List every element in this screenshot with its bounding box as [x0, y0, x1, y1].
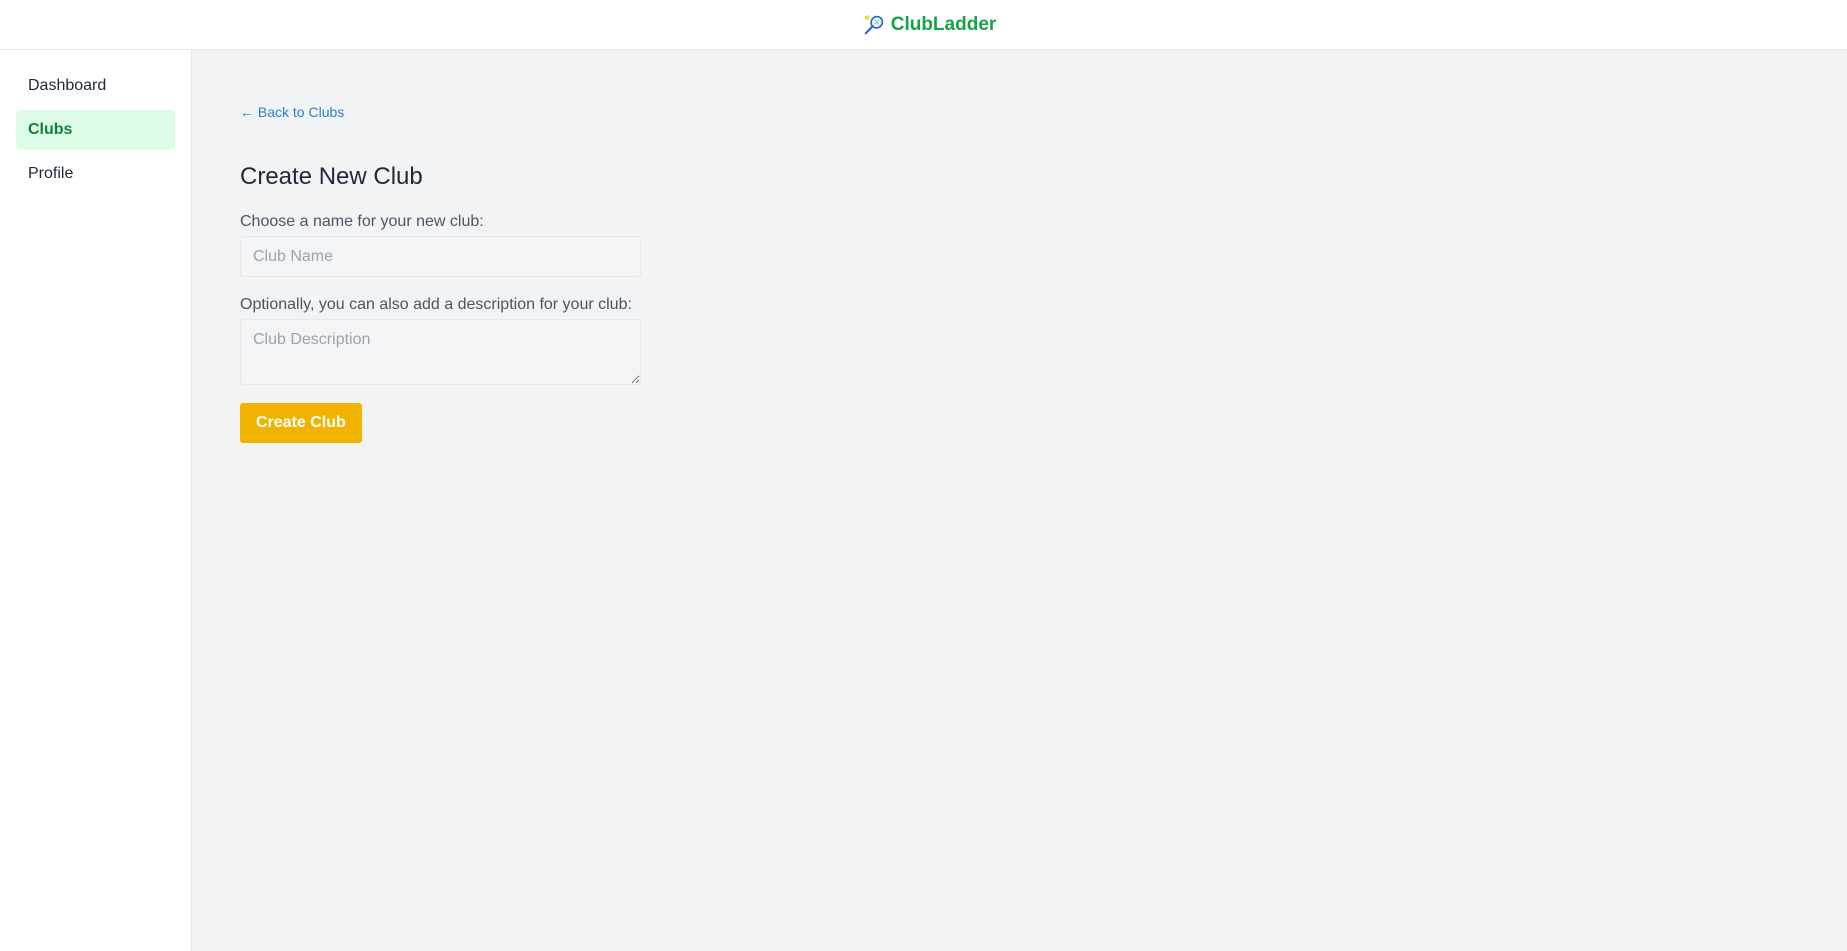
top-header: ClubLadder: [0, 0, 1847, 50]
club-name-label: Choose a name for your new club:: [240, 213, 484, 230]
club-description-label: Optionally, you can also add a descripti…: [240, 296, 632, 313]
create-club-form: Choose a name for your new club: Optiona…: [240, 212, 641, 443]
club-name-input[interactable]: [240, 236, 641, 277]
main-content: ← Back to Clubs Create New Club Choose a…: [192, 50, 1847, 951]
brand-name: ClubLadder: [890, 13, 997, 35]
sidebar-item-profile[interactable]: Profile: [16, 154, 175, 194]
create-club-button[interactable]: Create Club: [240, 403, 362, 443]
sidebar: Dashboard Clubs Profile: [0, 50, 192, 951]
back-to-clubs-link[interactable]: ← Back to Clubs: [240, 104, 344, 120]
sidebar-item-clubs[interactable]: Clubs: [16, 110, 175, 150]
club-description-input[interactable]: [240, 319, 641, 385]
sidebar-item-dashboard[interactable]: Dashboard: [16, 66, 175, 106]
tennis-racket-icon: [864, 14, 883, 34]
page-title: Create New Club: [240, 163, 423, 190]
brand-link[interactable]: ClubLadder: [863, 13, 997, 36]
